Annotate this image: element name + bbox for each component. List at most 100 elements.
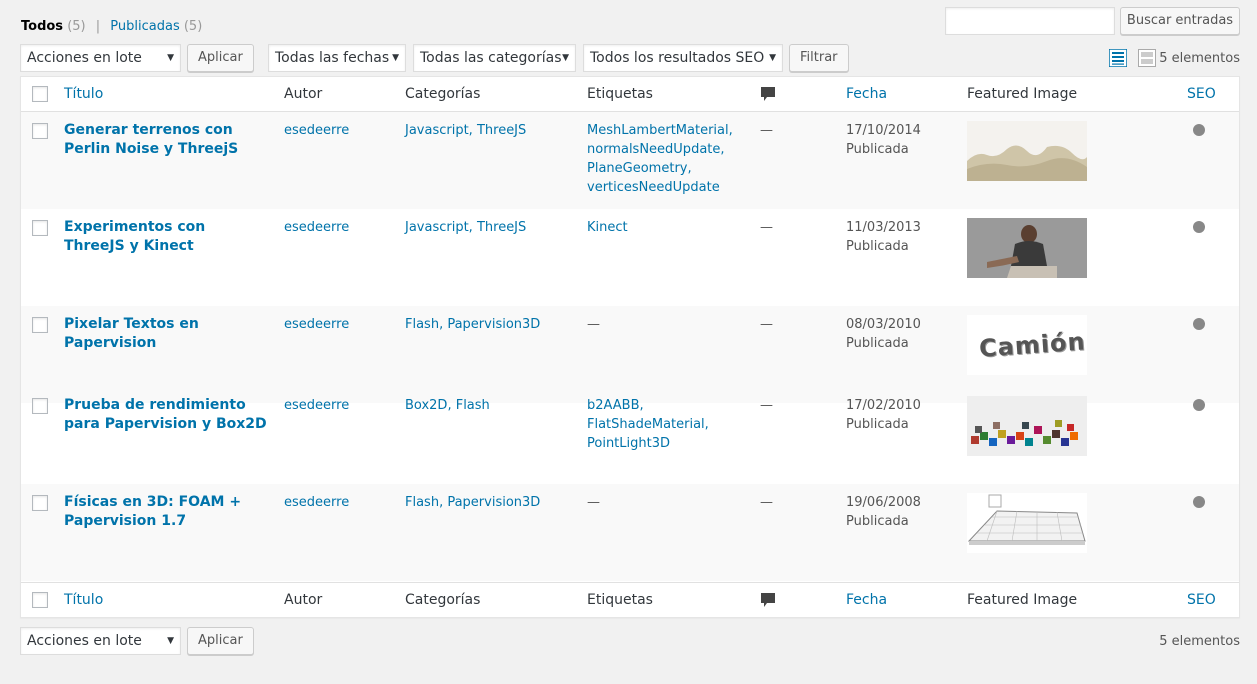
column-date-footer[interactable]: Fecha (846, 592, 887, 608)
person-image-icon (967, 218, 1087, 278)
thumb-text: Camión (978, 327, 1087, 363)
boxes-image-icon (967, 396, 1087, 456)
list-view-icon[interactable] (1109, 49, 1127, 67)
post-author-link[interactable]: esedeerre (284, 121, 349, 140)
column-categories-footer: Categorías (405, 592, 481, 608)
column-title-header[interactable]: Título (64, 86, 103, 102)
column-author-header: Autor (284, 86, 323, 102)
bulk-actions-select-bottom[interactable]: Acciones en lote ▼ (20, 627, 181, 655)
comment-bubble-icon[interactable] (761, 87, 775, 101)
post-tags: Kinect (587, 218, 628, 237)
select-all-checkbox-bottom[interactable] (32, 592, 48, 608)
post-title-link[interactable]: Generar terrenos con Perlin Noise y Thre… (64, 121, 269, 159)
apply-button-bottom[interactable]: Aplicar (187, 627, 254, 655)
bulk-actions-value-bottom: Acciones en lote (27, 633, 142, 649)
comments-count: — (760, 123, 773, 138)
table-row: Experimentos con ThreeJS y Kinect esedee… (21, 209, 1239, 306)
table-footer: Título Autor Categorías Etiquetas Fecha … (21, 582, 1239, 617)
post-categories-link[interactable]: Box2D, Flash (405, 396, 490, 415)
seo-score-indicator (1193, 318, 1205, 330)
comments-count: — (760, 398, 773, 413)
column-tags-footer: Etiquetas (587, 592, 653, 608)
row-checkbox[interactable] (32, 220, 48, 236)
table-row: Generar terrenos con Perlin Noise y Thre… (21, 112, 1239, 209)
tag-link[interactable]: MeshLambertMaterial, (587, 121, 733, 140)
bulk-actions-value: Acciones en lote (27, 50, 142, 66)
post-tags: — (587, 493, 600, 512)
post-date-value: 08/03/2010 (846, 317, 921, 332)
filter-all-link[interactable]: Todos (21, 19, 63, 34)
featured-image-wireframe[interactable] (967, 493, 1087, 553)
post-categories-link[interactable]: Flash, Papervision3D (405, 493, 540, 512)
post-author-link[interactable]: esedeerre (284, 218, 349, 237)
tag-link[interactable]: Kinect (587, 218, 628, 237)
column-seo-footer[interactable]: SEO (1187, 592, 1216, 608)
chevron-down-icon: ▼ (769, 53, 776, 63)
post-status: Publicada (846, 142, 909, 157)
table-header: Título Autor Categorías Etiquetas Fecha … (21, 77, 1239, 112)
seo-score-indicator (1193, 221, 1205, 233)
post-author-link[interactable]: esedeerre (284, 396, 349, 415)
tags-empty: — (587, 495, 600, 510)
post-author-link[interactable]: esedeerre (284, 315, 349, 334)
column-categories-header: Categorías (405, 86, 481, 102)
post-author-link[interactable]: esedeerre (284, 493, 349, 512)
post-categories-link[interactable]: Flash, Papervision3D (405, 315, 540, 334)
row-checkbox[interactable] (32, 317, 48, 333)
post-title-link[interactable]: Prueba de rendimiento para Papervision y… (64, 396, 269, 434)
tag-link[interactable]: normalsNeedUpdate, (587, 140, 733, 159)
column-featured-footer: Featured Image (967, 592, 1078, 608)
post-date: 17/02/2010 Publicada (846, 396, 921, 434)
featured-image-boxes[interactable] (967, 396, 1087, 456)
tag-link[interactable]: FlatShadeMaterial, (587, 415, 709, 434)
bulk-actions-select[interactable]: Acciones en lote ▼ (20, 44, 181, 72)
seo-filter-select[interactable]: Todos los resultados SEO ▼ (583, 44, 783, 72)
post-date: 17/10/2014 Publicada (846, 121, 921, 159)
column-title-footer[interactable]: Título (64, 592, 103, 608)
featured-image-kinect[interactable] (967, 218, 1087, 278)
filter-published-count: (5) (183, 19, 203, 34)
tag-link[interactable]: PlaneGeometry, (587, 159, 733, 178)
featured-image-terrain[interactable] (967, 121, 1087, 181)
tag-link[interactable]: verticesNeedUpdate (587, 178, 733, 197)
table-row: Prueba de rendimiento para Papervision y… (21, 387, 1239, 484)
tags-empty: — (587, 317, 600, 332)
seo-score-indicator (1193, 496, 1205, 508)
excerpt-view-icon[interactable] (1138, 49, 1156, 67)
column-seo-header[interactable]: SEO (1187, 86, 1216, 102)
post-title-link[interactable]: Experimentos con ThreeJS y Kinect (64, 218, 269, 256)
categories-filter-select[interactable]: Todas las categorías ▼ (413, 44, 576, 72)
chevron-down-icon: ▼ (167, 636, 174, 646)
post-categories-link[interactable]: Javascript, ThreeJS (405, 218, 526, 237)
chevron-down-icon: ▼ (392, 53, 399, 63)
filter-button[interactable]: Filtrar (789, 44, 849, 72)
dates-filter-select[interactable]: Todas las fechas ▼ (268, 44, 406, 72)
terrain-image-icon (967, 121, 1087, 181)
post-title-link[interactable]: Físicas en 3D: FOAM + Papervision 1.7 (64, 493, 269, 531)
post-title-link[interactable]: Pixelar Textos en Papervision (64, 315, 269, 353)
select-all-checkbox[interactable] (32, 86, 48, 102)
comments-count: — (760, 495, 773, 510)
comment-bubble-icon[interactable] (761, 593, 775, 607)
tag-link[interactable]: b2AABB, (587, 396, 709, 415)
search-input[interactable] (945, 7, 1115, 35)
row-checkbox[interactable] (32, 398, 48, 414)
post-date-value: 11/03/2013 (846, 220, 921, 235)
apply-button[interactable]: Aplicar (187, 44, 254, 72)
post-tags: b2AABB, FlatShadeMaterial, PointLight3D (587, 396, 709, 453)
post-categories-link[interactable]: Javascript, ThreeJS (405, 121, 526, 140)
featured-image-camion[interactable]: Camión (967, 315, 1087, 375)
seo-score-indicator (1193, 124, 1205, 136)
column-date-header[interactable]: Fecha (846, 86, 887, 102)
filter-all-count: (5) (67, 19, 86, 34)
wireframe-image-icon (967, 493, 1087, 553)
tag-link[interactable]: PointLight3D (587, 434, 709, 453)
categories-filter-value: Todas las categorías (420, 50, 562, 66)
row-checkbox[interactable] (32, 495, 48, 511)
search-button[interactable]: Buscar entradas (1120, 7, 1240, 35)
filter-separator: | (95, 19, 101, 34)
row-checkbox[interactable] (32, 123, 48, 139)
post-tags: — (587, 315, 600, 334)
filter-published-link[interactable]: Publicadas (110, 19, 179, 34)
comments-count: — (760, 317, 773, 332)
